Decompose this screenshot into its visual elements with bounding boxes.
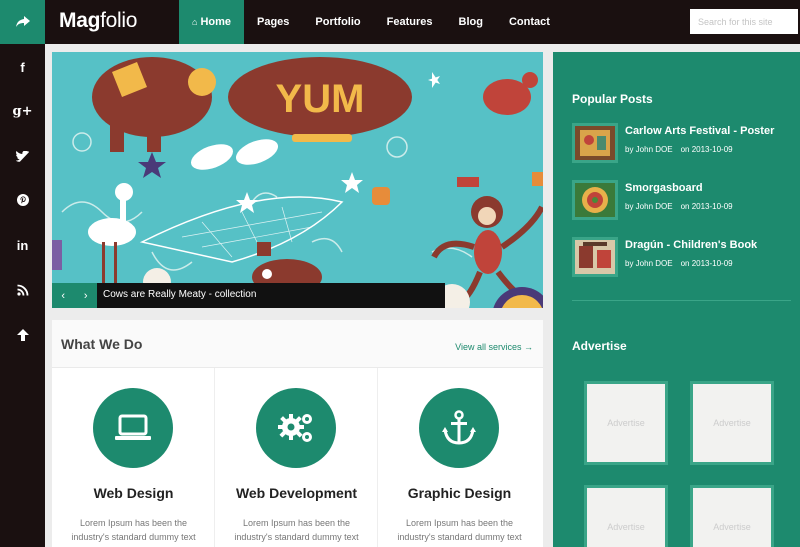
- description-line: Lorem Ipsum has been the: [79, 518, 188, 528]
- service-icon-circle[interactable]: [419, 388, 499, 468]
- service-web-development: Web Development Lorem Ipsum has been the…: [215, 368, 378, 547]
- post-author: by John DOE: [625, 145, 673, 154]
- slider-controls: ‹ ›: [52, 283, 97, 308]
- ad-slot[interactable]: Advertise: [690, 381, 774, 465]
- description-line: industry's standard dummy text: [234, 532, 359, 542]
- service-graphic-design: Graphic Design Lorem Ipsum has been the i…: [378, 368, 541, 547]
- service-description: Lorem Ipsum has been the industry's stand…: [215, 516, 378, 544]
- post-title-link[interactable]: Carlow Arts Festival - Poster: [625, 125, 774, 137]
- services-header: What We Do View all services →: [52, 320, 543, 368]
- popular-post-item[interactable]: Carlow Arts Festival - Poster by John DO…: [572, 123, 797, 165]
- popular-post-item[interactable]: Dragún - Children's Book by John DOE on 2…: [572, 237, 797, 279]
- next-slide-icon[interactable]: ›: [84, 290, 88, 302]
- slide-caption-text[interactable]: Cows are Really Meaty - collection: [103, 289, 256, 300]
- service-icon-circle[interactable]: [256, 388, 336, 468]
- service-description: Lorem Ipsum has been the industry's stand…: [52, 516, 215, 544]
- view-all-services-link[interactable]: View all services →: [455, 342, 533, 352]
- search-input[interactable]: [690, 9, 798, 34]
- ad-slot[interactable]: Advertise: [690, 485, 774, 547]
- post-author: by John DOE: [625, 259, 673, 268]
- post-thumbnail[interactable]: [572, 123, 618, 163]
- social-rail: f g+ in: [0, 44, 45, 547]
- nav-features[interactable]: Features: [374, 0, 446, 44]
- share-button[interactable]: [0, 0, 45, 44]
- pinterest-icon[interactable]: [0, 190, 45, 210]
- description-line: industry's standard dummy text: [71, 532, 196, 542]
- facebook-icon[interactable]: f: [0, 57, 45, 77]
- logo-text: folio: [100, 9, 138, 32]
- hero-slider[interactable]: YUM ‹ › Cows are Really Meaty - collecti…: [52, 52, 543, 308]
- nav-home[interactable]: ⌂ Home: [179, 0, 244, 44]
- advertise-title: Advertise: [572, 339, 627, 353]
- linkedin-icon[interactable]: in: [0, 235, 45, 255]
- post-thumbnail[interactable]: [572, 237, 618, 277]
- back-to-top-icon[interactable]: [0, 325, 45, 345]
- nav-blog[interactable]: Blog: [446, 0, 496, 44]
- description-line: Lorem Ipsum has been the: [242, 518, 351, 528]
- prev-slide-icon[interactable]: ‹: [61, 290, 65, 302]
- service-name: Graphic Design: [407, 485, 512, 501]
- post-title-link[interactable]: Smorgasboard: [625, 182, 703, 194]
- twitter-icon[interactable]: [0, 146, 45, 166]
- nav-pages[interactable]: Pages: [244, 0, 302, 44]
- sidebar-divider: [572, 300, 791, 301]
- popular-posts-title: Popular Posts: [572, 92, 653, 106]
- ad-slot[interactable]: Advertise: [584, 381, 668, 465]
- laptop-icon: [115, 414, 151, 440]
- hero-illustration: YUM: [52, 52, 543, 308]
- home-icon: ⌂: [192, 17, 198, 27]
- hero-banner-text: YUM: [276, 77, 365, 121]
- description-line: Lorem Ipsum has been the: [405, 518, 514, 528]
- rss-icon[interactable]: [0, 280, 45, 300]
- post-date: on 2013-10-09: [680, 202, 733, 211]
- share-icon: [15, 16, 30, 27]
- post-meta: by John DOE on 2013-10-09: [625, 259, 741, 268]
- right-sidebar: Popular Posts Carlow Arts Festival - Pos…: [553, 52, 800, 547]
- post-meta: by John DOE on 2013-10-09: [625, 145, 741, 154]
- service-icon-circle[interactable]: [93, 388, 173, 468]
- anchor-icon: [442, 410, 476, 445]
- nav-contact[interactable]: Contact: [496, 0, 563, 44]
- services-title: What We Do: [61, 336, 143, 352]
- popular-post-item[interactable]: Smorgasboard by John DOE on 2013-10-09: [572, 180, 797, 222]
- post-title-link[interactable]: Dragún - Children's Book: [625, 239, 757, 251]
- main-nav: ⌂ Home Pages Portfolio Features Blog Cont…: [179, 0, 563, 44]
- ad-slot[interactable]: Advertise: [584, 485, 668, 547]
- description-line: industry's standard dummy text: [397, 532, 522, 542]
- services-section: What We Do View all services → Web Desig…: [52, 320, 543, 547]
- nav-label: Home: [200, 16, 231, 28]
- slider-caption: ‹ › Cows are Really Meaty - collection: [52, 283, 445, 308]
- post-date: on 2013-10-09: [680, 259, 733, 268]
- logo-bold-text: Mag: [59, 9, 101, 32]
- post-meta: by John DOE on 2013-10-09: [625, 202, 741, 211]
- nav-portfolio[interactable]: Portfolio: [302, 0, 373, 44]
- gears-icon: [278, 414, 312, 442]
- service-name: Web Development: [235, 485, 358, 501]
- site-logo[interactable]: Magfolio: [59, 9, 137, 33]
- google-plus-icon[interactable]: g+: [0, 101, 45, 121]
- post-date: on 2013-10-09: [680, 145, 733, 154]
- service-name: Web Design: [93, 485, 174, 501]
- service-description: Lorem Ipsum has been the industry's stand…: [378, 516, 541, 544]
- top-bar: Magfolio ⌂ Home Pages Portfolio Features …: [0, 0, 800, 44]
- post-thumbnail[interactable]: [572, 180, 618, 220]
- post-author: by John DOE: [625, 202, 673, 211]
- service-web-design: Web Design Lorem Ipsum has been the indus…: [52, 368, 215, 547]
